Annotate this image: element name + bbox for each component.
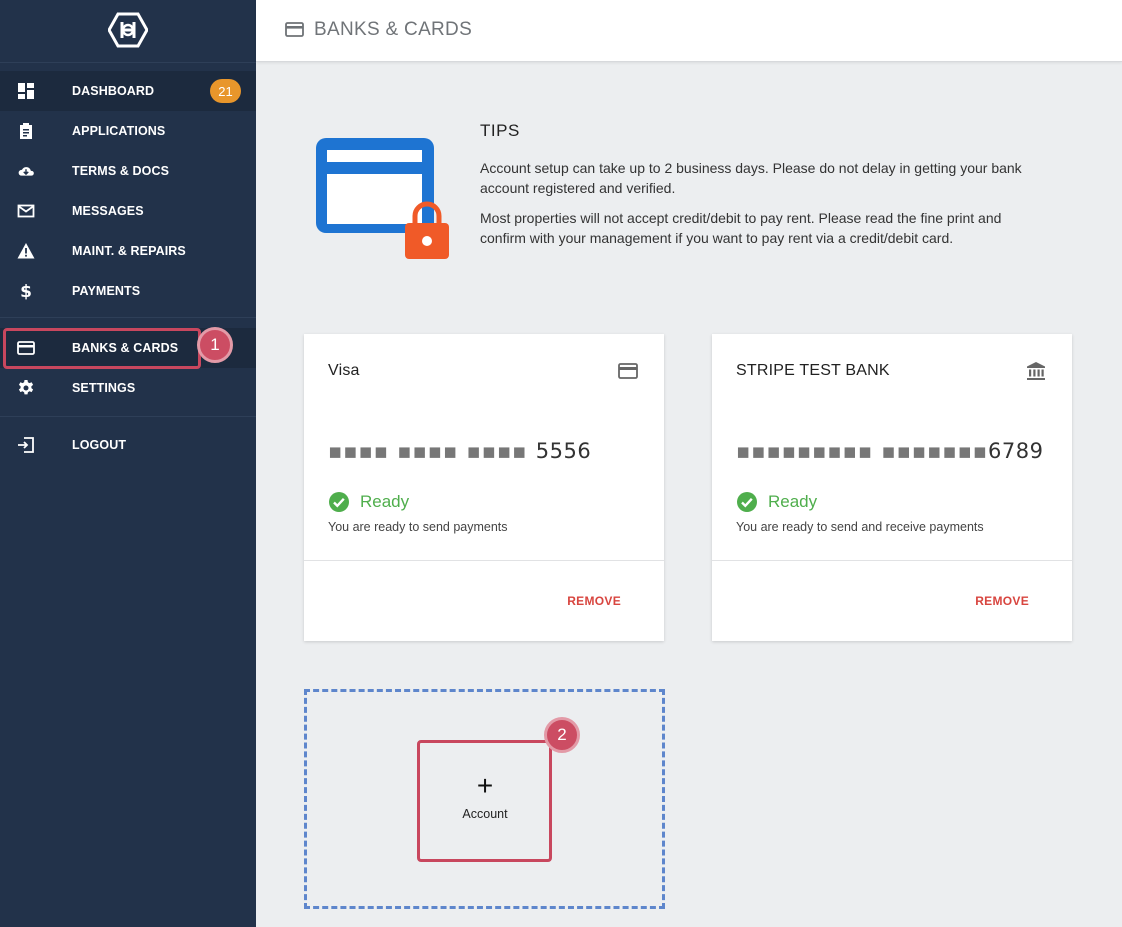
tips-paragraph: Most properties will not accept credit/d…	[480, 210, 1002, 246]
sidebar-item-dashboard[interactable]: DASHBOARD 21	[0, 71, 256, 111]
credit-card-icon	[285, 22, 304, 37]
highlight-box-add-account	[417, 740, 552, 862]
sidebar: DASHBOARD 21 APPLICATIONS TERMS & DOCS M…	[0, 0, 256, 927]
sidebar-item-terms-docs[interactable]: TERMS & DOCS	[0, 151, 256, 191]
sidebar-item-label: PAYMENTS	[72, 284, 141, 298]
warning-icon	[17, 242, 35, 260]
sidebar-item-payments[interactable]: $ PAYMENTS	[0, 271, 256, 311]
sidebar-item-logout[interactable]: LOGOUT	[0, 425, 256, 465]
page-header: BANKS & CARDS	[256, 0, 1122, 62]
tips-paragraph: Account setup can take up to 2 business …	[480, 160, 1022, 196]
masked-account-number: ▪▪▪▪ ▪▪▪▪ ▪▪▪▪ 5556	[328, 439, 592, 463]
sidebar-item-label: LOGOUT	[72, 438, 127, 452]
sidebar-item-settings[interactable]: SETTINGS	[0, 368, 256, 408]
step-marker-2: 2	[544, 717, 580, 753]
credit-card-icon	[618, 363, 638, 379]
status-label: Ready	[360, 492, 410, 511]
status-row: Ready	[328, 491, 409, 513]
logo-icon[interactable]	[108, 12, 148, 48]
nav-divider	[0, 317, 256, 318]
bank-icon	[1027, 362, 1045, 380]
dashboard-icon	[17, 82, 35, 100]
card-divider	[712, 560, 1072, 561]
sidebar-item-label: MAINT. & REPAIRS	[72, 244, 186, 258]
card-lock-illustration	[316, 138, 449, 259]
sidebar-item-messages[interactable]: MESSAGES	[0, 191, 256, 231]
masked-account-number: ▪▪▪▪▪▪▪▪▪ ▪▪▪▪▪▪▪6789	[736, 439, 1044, 463]
check-circle-icon	[329, 492, 349, 512]
sidebar-item-label: MESSAGES	[72, 204, 144, 218]
account-name: Visa	[328, 362, 360, 379]
sidebar-item-applications[interactable]: APPLICATIONS	[0, 111, 256, 151]
dollar-icon: $	[17, 282, 35, 300]
sidebar-item-maint-repairs[interactable]: MAINT. & REPAIRS	[0, 231, 256, 271]
status-description: You are ready to send payments	[328, 520, 508, 534]
card-divider	[304, 560, 664, 561]
step-marker-1: 1	[197, 327, 233, 363]
remove-button[interactable]: REMOVE	[975, 594, 1029, 608]
sidebar-item-label: SETTINGS	[72, 381, 136, 395]
gear-icon	[17, 379, 35, 397]
notification-badge: 21	[210, 79, 241, 103]
check-circle-icon	[737, 492, 757, 512]
logout-icon	[17, 436, 35, 454]
sidebar-item-label: TERMS & DOCS	[72, 164, 170, 178]
sidebar-item-label: DASHBOARD	[72, 84, 155, 98]
nav-divider	[0, 62, 256, 63]
sidebar-item-label: APPLICATIONS	[72, 124, 166, 138]
mail-icon	[17, 202, 35, 220]
highlight-box-banks-cards	[3, 328, 201, 369]
status-row: Ready	[736, 491, 817, 513]
account-card-bank: STRIPE TEST BANK ▪▪▪▪▪▪▪▪▪ ▪▪▪▪▪▪▪6789 R…	[712, 334, 1072, 641]
account-card-visa: Visa ▪▪▪▪ ▪▪▪▪ ▪▪▪▪ 5556 Ready You are r…	[304, 334, 664, 641]
svg-text:$: $	[20, 282, 32, 300]
nav-divider	[0, 416, 256, 417]
account-name: STRIPE TEST BANK	[736, 362, 890, 379]
clipboard-icon	[17, 122, 35, 140]
page-title: BANKS & CARDS	[314, 19, 473, 40]
remove-button[interactable]: REMOVE	[567, 594, 621, 608]
status-description: You are ready to send and receive paymen…	[736, 520, 984, 534]
cloud-download-icon	[17, 162, 35, 180]
status-label: Ready	[768, 492, 818, 511]
tips-title: TIPS	[480, 121, 520, 140]
